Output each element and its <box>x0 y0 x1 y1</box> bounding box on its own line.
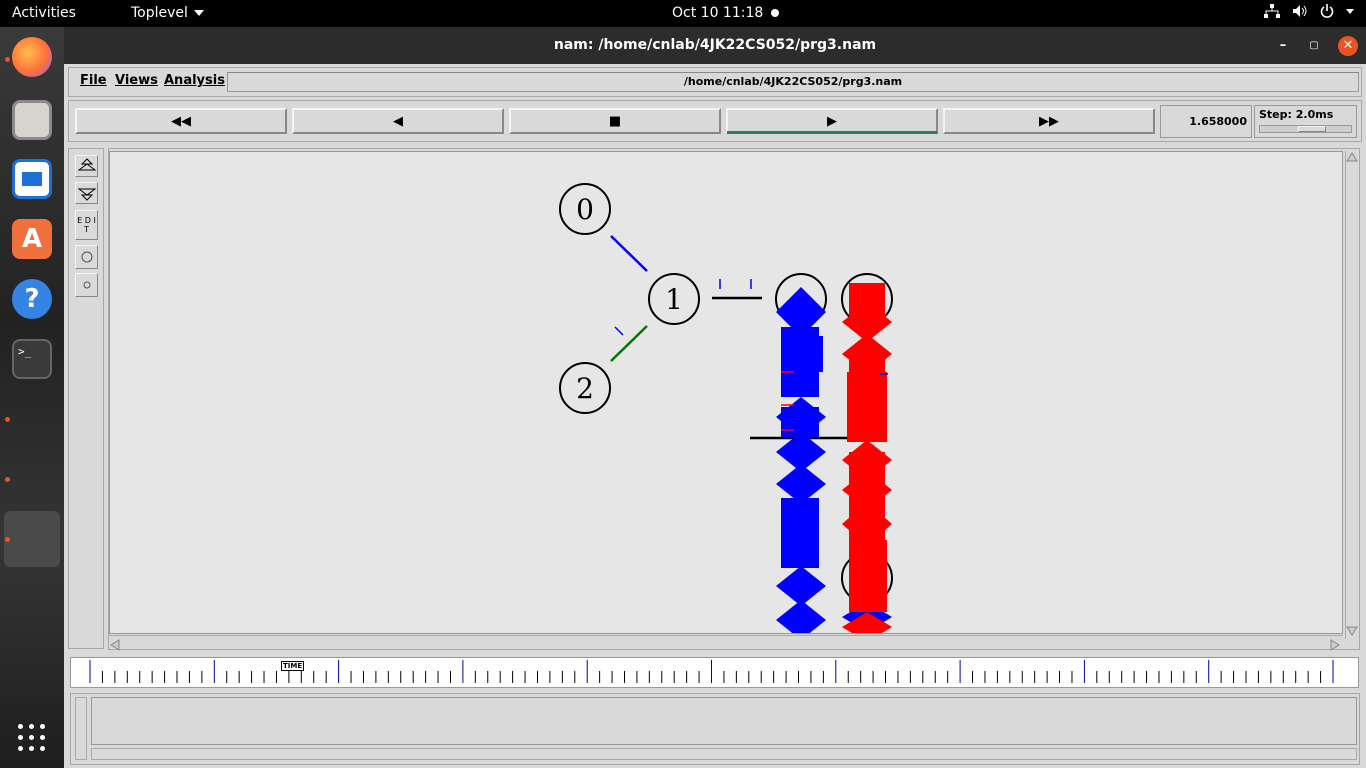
step-slider[interactable] <box>1259 125 1352 133</box>
circle-icon <box>81 251 92 263</box>
activities-button[interactable]: Activities <box>12 5 76 21</box>
running-indicator <box>5 57 10 62</box>
menu-views[interactable]: Views <box>115 73 158 88</box>
zoom-in-icon <box>77 158 96 171</box>
zoom-out-icon <box>77 188 96 201</box>
app-menu-label: Toplevel <box>131 5 188 21</box>
volume-icon <box>1293 5 1307 17</box>
window-titlebar[interactable]: nam: /home/cnlab/4JK22CS052/prg3.nam – ▢… <box>64 27 1366 64</box>
scroll-arrows-icon <box>1346 152 1358 636</box>
step-label: Step: 2.0ms <box>1259 108 1334 121</box>
menu-file[interactable]: File <box>80 73 107 88</box>
system-tray[interactable] <box>1264 4 1354 18</box>
sim-time-display: 1.658000 <box>1160 105 1252 138</box>
nam-window: nam: /home/cnlab/4JK22CS052/prg3.nam – ▢… <box>64 27 1366 768</box>
fast-forward-button[interactable]: ▶▶ <box>943 108 1155 134</box>
file-path-display: /home/cnlab/4JK22CS052/prg3.nam <box>227 72 1359 92</box>
writer-icon[interactable] <box>12 159 52 199</box>
link-0-1 <box>610 235 648 272</box>
annotation-vertical-scrollbar[interactable] <box>75 697 87 760</box>
node-0[interactable]: 0 <box>559 183 611 235</box>
play-backward-button[interactable]: ◀ <box>292 108 504 134</box>
link-2-1 <box>610 325 648 362</box>
canvas-horizontal-scrollbar[interactable] <box>109 635 1343 651</box>
terminal-icon[interactable]: >_ <box>12 339 52 379</box>
clock[interactable]: Oct 10 11:18 <box>672 5 763 21</box>
canvas-vertical-scrollbar[interactable] <box>1345 151 1358 639</box>
firefox-icon[interactable] <box>12 37 52 77</box>
menu-analysis[interactable]: Analysis <box>164 73 225 88</box>
small-circle-icon <box>83 281 90 289</box>
scroll-arrows-icon <box>110 639 1340 651</box>
step-control: Step: 2.0ms <box>1254 105 1357 138</box>
annotation-panel <box>70 693 1360 765</box>
node-1[interactable]: 1 <box>648 273 700 325</box>
dock: A ? >_ <box>0 27 64 768</box>
add-node-button[interactable] <box>75 245 98 269</box>
minimize-button[interactable]: – <box>1273 36 1293 56</box>
software-icon[interactable]: A <box>12 219 52 259</box>
apps-grid-icon[interactable] <box>18 724 46 752</box>
timeline-slider[interactable]: TIME <box>70 657 1359 688</box>
animation-frame: 0 1 2 <box>108 148 1360 651</box>
network-canvas[interactable]: 0 1 2 <box>109 151 1343 634</box>
app-menu[interactable]: Toplevel <box>131 5 204 21</box>
maximize-button[interactable]: ▢ <box>1304 36 1324 56</box>
zoom-in-button[interactable] <box>75 155 98 177</box>
timeline-ticks <box>89 660 1334 683</box>
rewind-button[interactable]: ◀◀ <box>75 108 287 134</box>
running-indicator <box>5 417 10 422</box>
time-marker[interactable]: TIME <box>281 661 305 671</box>
packet-mark <box>614 326 624 336</box>
step-slider-thumb[interactable] <box>1298 126 1326 132</box>
power-icon <box>1320 4 1334 18</box>
help-icon[interactable]: ? <box>12 279 52 319</box>
node-2-label: 2 <box>576 372 594 405</box>
annotation-horizontal-scrollbar[interactable] <box>91 748 1357 760</box>
play-active-indicator <box>727 131 937 134</box>
chevron-down-icon <box>1346 8 1354 14</box>
top-bar: Activities Toplevel Oct 10 11:18 <box>0 0 1366 27</box>
node-2[interactable]: 2 <box>559 362 611 414</box>
files-icon[interactable] <box>12 100 52 140</box>
node-1-label: 1 <box>665 283 683 316</box>
close-button[interactable]: ✕ <box>1338 36 1358 56</box>
node-0-label: 0 <box>576 193 594 226</box>
nam-app-icon[interactable] <box>4 511 60 567</box>
running-indicator <box>5 537 10 542</box>
small-node-button[interactable] <box>75 273 98 297</box>
window-title: nam: /home/cnlab/4JK22CS052/prg3.nam <box>553 37 877 53</box>
playback-controls: ◀◀ ◀ ■ ▶ ▶▶ 1.658000 Step: 2.0ms <box>68 100 1362 142</box>
edit-button[interactable]: E D I T <box>75 210 98 240</box>
network-icon <box>1264 4 1280 18</box>
topology-svg: 0 1 2 <box>559 183 893 633</box>
stop-button[interactable]: ■ <box>509 108 721 134</box>
menu-bar: File Views Analysis /home/cnlab/4JK22CS0… <box>68 67 1362 97</box>
chevron-down-icon <box>193 10 204 16</box>
zoom-out-button[interactable] <box>75 182 98 204</box>
packet-queue-red <box>842 283 892 633</box>
notification-dot-icon <box>771 9 779 17</box>
edit-toolbar: E D I T <box>68 148 104 649</box>
running-indicator <box>5 477 10 482</box>
annotation-list[interactable] <box>91 697 1357 745</box>
